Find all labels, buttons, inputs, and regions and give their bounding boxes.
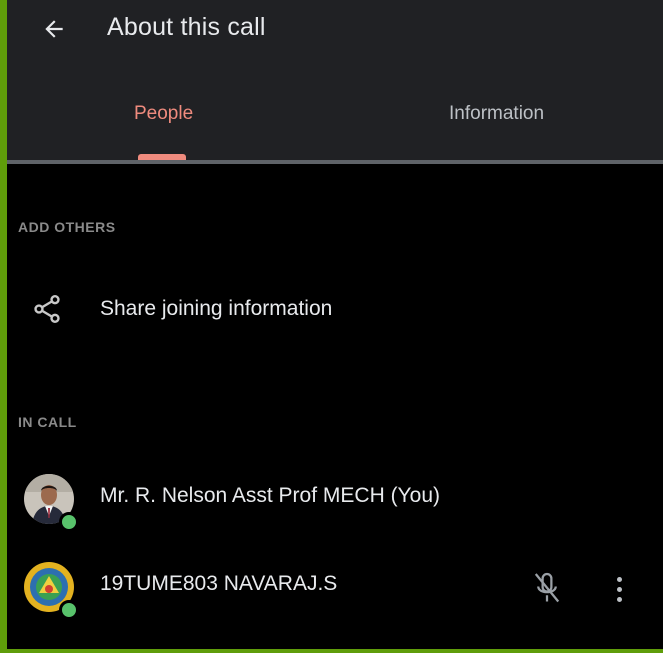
online-status-dot [59, 600, 79, 620]
tab-people[interactable]: People [134, 103, 193, 125]
participant-name: 19TUME803 NAVARAJ.S [100, 572, 338, 595]
tab-information[interactable]: Information [449, 103, 544, 125]
section-label-add-others: ADD OTHERS [18, 219, 116, 235]
participant-row[interactable]: 19TUME803 NAVARAJ.S [7, 556, 663, 626]
more-options-button[interactable] [609, 570, 629, 608]
more-vert-icon [616, 576, 622, 582]
participant-row[interactable]: Mr. R. Nelson Asst Prof MECH (You) [7, 468, 663, 538]
share-joining-info-button[interactable]: Share joining information [7, 278, 663, 342]
section-label-in-call: IN CALL [18, 414, 77, 430]
online-status-dot [59, 512, 79, 532]
participant-name: Mr. R. Nelson Asst Prof MECH (You) [100, 484, 440, 507]
back-button[interactable] [37, 12, 71, 46]
share-icon [34, 295, 60, 323]
app-header: About this call People Information [7, 0, 663, 162]
arrow-back-icon [45, 20, 63, 38]
share-joining-info-label: Share joining information [100, 297, 333, 320]
header-divider [7, 160, 663, 164]
mic-off-icon[interactable] [532, 570, 562, 608]
page-title: About this call [107, 13, 266, 41]
